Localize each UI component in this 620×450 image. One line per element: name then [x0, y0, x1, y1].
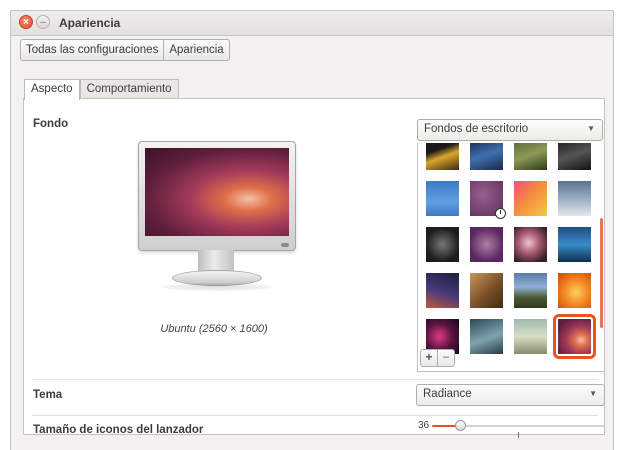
- background-source-dropdown[interactable]: Fondos de escritorio ▼: [417, 119, 603, 141]
- monitor-preview: [138, 141, 296, 251]
- add-remove-buttons: + −: [420, 349, 455, 367]
- slider-tick-mark: [518, 432, 519, 438]
- close-icon[interactable]: ×: [19, 15, 33, 29]
- tab-look[interactable]: Aspecto: [24, 79, 80, 100]
- divider: [32, 379, 598, 380]
- wallpaper-thumbnail[interactable]: [470, 181, 506, 219]
- wallpaper-caption: Ubuntu (2560 × 1600): [160, 323, 268, 335]
- breadcrumb-appearance[interactable]: Apariencia: [163, 40, 228, 60]
- breadcrumb: Todas las configuraciones Apariencia: [20, 39, 230, 61]
- breadcrumb-all-settings[interactable]: Todas las configuraciones: [21, 40, 163, 60]
- appearance-window: × – Apariencia Todas las configuraciones…: [10, 10, 614, 450]
- wallpaper-thumbnail[interactable]: [470, 319, 503, 354]
- add-wallpaper-button[interactable]: +: [421, 350, 437, 366]
- look-panel: Fondo Ubuntu (2560 × 1600) Fondos de esc…: [23, 98, 605, 438]
- wallpaper-thumbnail[interactable]: [514, 181, 547, 216]
- remove-wallpaper-button[interactable]: −: [437, 350, 454, 366]
- wallpaper-thumbnail[interactable]: [426, 273, 459, 308]
- monitor-shadow: [162, 283, 272, 291]
- wallpaper-thumbnail[interactable]: [470, 143, 503, 170]
- theme-label: Tema: [33, 389, 63, 401]
- launcher-size-value: 36: [418, 420, 430, 431]
- wallpaper-thumbnail[interactable]: [514, 143, 547, 170]
- wallpaper-thumbnail[interactable]: [426, 181, 459, 216]
- window-title: Apariencia: [59, 16, 121, 30]
- tab-behavior[interactable]: Comportamiento: [79, 79, 179, 99]
- slider-handle[interactable]: [454, 420, 466, 431]
- theme-value: Radiance: [423, 388, 472, 400]
- wallpaper-thumbnail[interactable]: [514, 319, 547, 354]
- wallpaper-thumbnail[interactable]: [426, 143, 459, 170]
- clock-icon: [495, 208, 506, 219]
- background-label: Fondo: [33, 118, 69, 130]
- background-source-value: Fondos de escritorio: [424, 123, 529, 135]
- wallpaper-thumbnail[interactable]: [558, 227, 591, 262]
- monitor-stand: [198, 250, 234, 272]
- wallpaper-preview: [145, 148, 289, 236]
- launcher-size-label: Tamaño de iconos del lanzador: [33, 424, 204, 436]
- chevron-down-icon: ▼: [589, 389, 597, 398]
- wallpaper-thumbnail[interactable]: [558, 273, 591, 308]
- wallpaper-gallery[interactable]: [417, 143, 605, 372]
- title-bar[interactable]: × – Apariencia: [11, 11, 613, 36]
- wallpaper-thumbnail[interactable]: [470, 273, 503, 308]
- wallpaper-thumbnail[interactable]: [426, 227, 459, 262]
- wallpaper-thumbnail[interactable]: [558, 143, 591, 170]
- divider: [32, 415, 598, 416]
- wallpaper-thumbnail[interactable]: [470, 227, 503, 262]
- wallpaper-thumbnail[interactable]: [553, 314, 596, 359]
- theme-dropdown[interactable]: Radiance ▼: [416, 384, 605, 406]
- tab-bar: Aspecto Comportamiento: [24, 79, 179, 100]
- minimize-icon[interactable]: –: [36, 15, 50, 29]
- gallery-scrollbar[interactable]: [600, 218, 603, 328]
- wallpaper-thumbnail[interactable]: [558, 181, 591, 216]
- launcher-size-slider[interactable]: [432, 420, 604, 431]
- chevron-down-icon: ▼: [587, 124, 595, 133]
- power-indicator: [281, 243, 289, 247]
- wallpaper-grid: [426, 143, 604, 359]
- wallpaper-thumbnail[interactable]: [514, 227, 547, 262]
- wallpaper-thumbnail[interactable]: [514, 273, 547, 308]
